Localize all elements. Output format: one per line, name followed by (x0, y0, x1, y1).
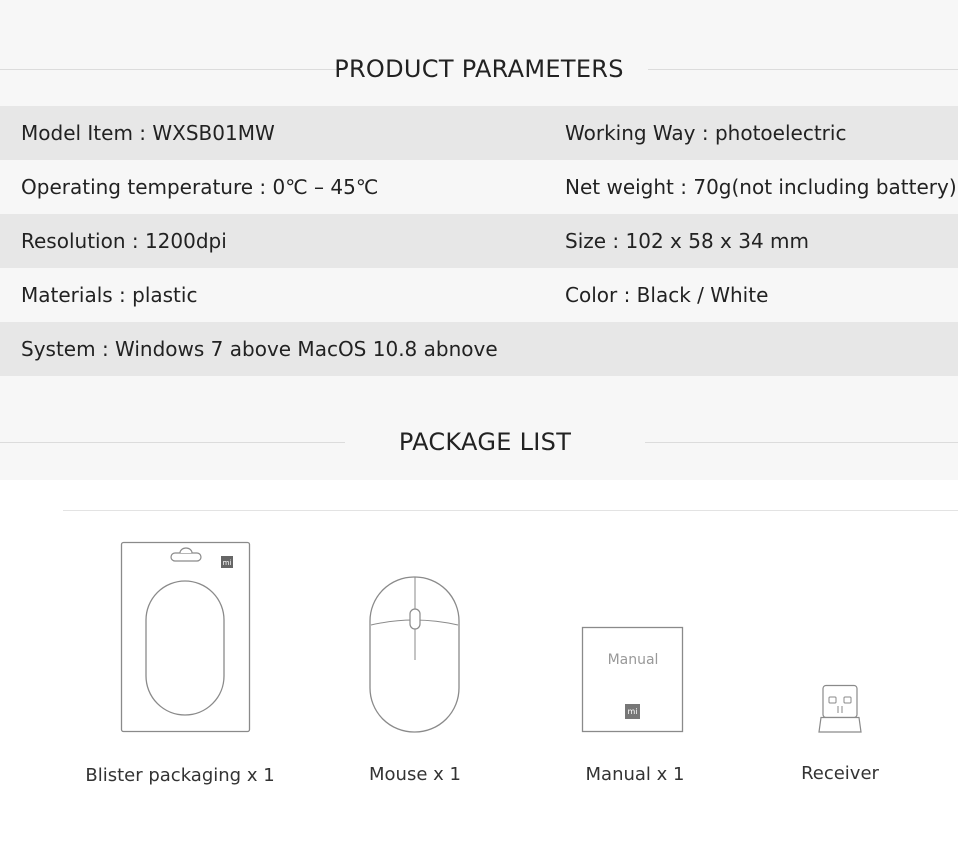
table-row: Resolution : 1200dpi Size : 102 x 58 x 3… (0, 214, 958, 268)
product-parameters-header: PRODUCT PARAMETERS (0, 54, 958, 84)
param-system: System : Windows 7 above MacOS 10.8 abno… (21, 337, 498, 361)
param-color: Color : Black / White (565, 283, 769, 307)
table-row: Operating temperature : 0℃ – 45℃ Net wei… (0, 160, 958, 214)
param-size: Size : 102 x 58 x 34 mm (565, 229, 810, 253)
package-list-title: PACKAGE LIST (398, 428, 572, 456)
usb-receiver-icon (817, 684, 863, 734)
param-net-weight: Net weight : 70g(not including battery) (565, 175, 957, 199)
blister-logo: mi (223, 559, 232, 567)
manual-cover-text: Manual (607, 652, 659, 668)
manual-icon: Manual mi (581, 626, 685, 734)
mouse-icon (368, 575, 462, 735)
manual-logo: mi (627, 707, 638, 716)
table-row: Model Item : WXSB01MW Working Way : phot… (0, 106, 958, 160)
param-resolution: Resolution : 1200dpi (21, 229, 227, 253)
table-row: System : Windows 7 above MacOS 10.8 abno… (0, 322, 958, 376)
parameters-table: Model Item : WXSB01MW Working Way : phot… (0, 106, 958, 376)
table-row: Materials : plastic Color : Black / Whit… (0, 268, 958, 322)
product-parameters-title: PRODUCT PARAMETERS (334, 55, 624, 83)
mouse-label: Mouse x 1 (369, 764, 461, 785)
param-model-item: Model Item : WXSB01MW (21, 121, 275, 145)
manual-label: Manual x 1 (585, 764, 685, 785)
package-list-header: PACKAGE LIST (0, 427, 958, 457)
param-materials: Materials : plastic (21, 283, 198, 307)
blister-packaging-label: Blister packaging x 1 (85, 765, 275, 786)
param-operating-temperature: Operating temperature : 0℃ – 45℃ (21, 175, 379, 199)
receiver-label: Receiver (801, 763, 879, 784)
param-working-way: Working Way : photoelectric (565, 121, 847, 145)
blister-pack-icon: mi (120, 541, 252, 735)
package-divider (63, 510, 958, 511)
